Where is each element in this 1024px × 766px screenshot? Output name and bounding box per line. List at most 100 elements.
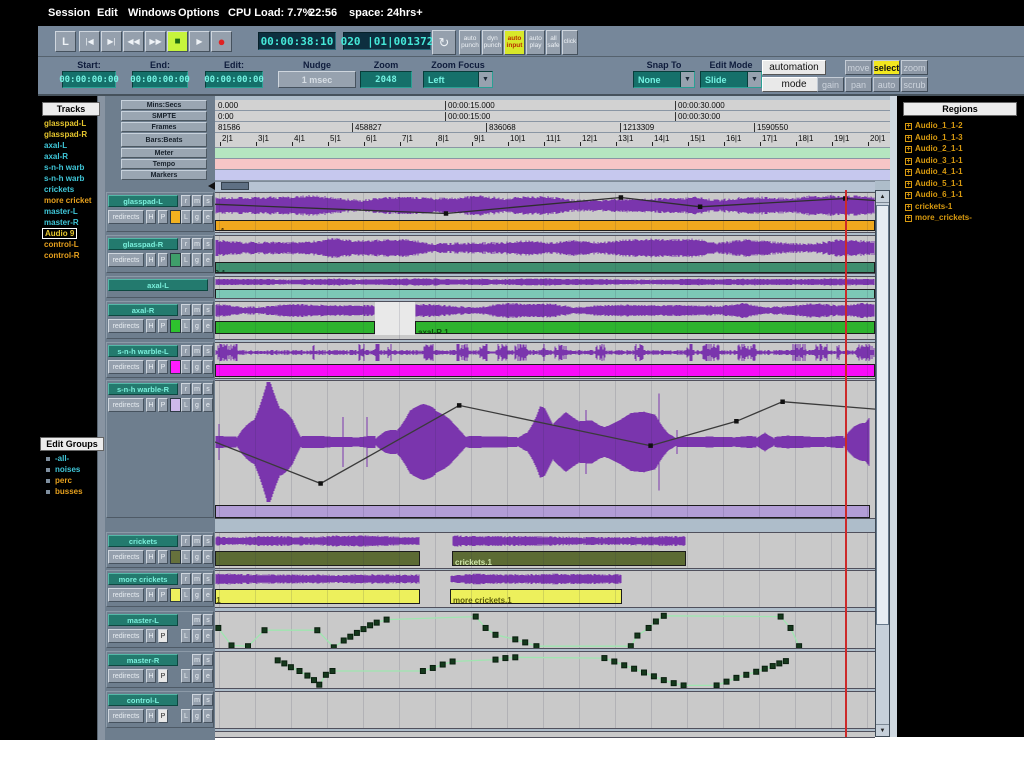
expand-plus-icon[interactable]: + — [905, 192, 912, 199]
rec-button-axal-R[interactable]: r — [181, 304, 191, 316]
hide-button-glasspad-R[interactable]: H — [146, 253, 156, 267]
mute-button-master-L[interactable]: m — [192, 614, 202, 626]
track-name-button-control-L[interactable]: control-L — [108, 694, 178, 706]
vertical-scrollbar[interactable]: ▲▼ — [875, 190, 890, 737]
tracks-panel-scrollbar[interactable] — [97, 96, 105, 740]
playlist-button-crickets[interactable]: P — [158, 550, 168, 564]
group-button-s-n-h warble-L[interactable]: g — [192, 360, 202, 374]
ruler-label-frames-ruler[interactable]: Frames — [121, 122, 207, 132]
group-button-s-n-h warble-R[interactable]: g — [192, 398, 202, 412]
hide-button-master-R[interactable]: H — [146, 669, 156, 683]
solo-button-axal-R[interactable]: s — [203, 304, 213, 316]
markers-ruler[interactable] — [215, 170, 890, 181]
redirects-button-crickets[interactable]: redirects — [108, 550, 144, 564]
group-active-dot[interactable] — [46, 457, 50, 461]
mute-button-glasspad-L[interactable]: m — [192, 195, 202, 207]
ruler-label-meter-ruler[interactable]: Meter — [121, 148, 207, 158]
expand-plus-icon[interactable]: + — [905, 215, 912, 222]
track-lane-control-L[interactable] — [215, 691, 875, 729]
region-crickets-0[interactable]: crickets.1 — [215, 551, 420, 566]
track-name-button-more crickets[interactable]: more crickets — [108, 573, 178, 585]
hide-button-s-n-h warble-L[interactable]: H — [146, 360, 156, 374]
track-color-swatch-glasspad-R[interactable] — [170, 253, 181, 267]
playlist-button-glasspad-L[interactable]: P — [158, 210, 168, 224]
track-color-swatch-axal-R[interactable] — [170, 319, 181, 333]
mute-button-crickets[interactable]: m — [192, 535, 202, 547]
track-lane-glasspad-L[interactable]: glasspad-L.1 — [215, 192, 875, 233]
region-more crickets-1[interactable]: more crickets.1 — [450, 589, 622, 604]
expand-plus-icon[interactable]: + — [905, 135, 912, 142]
group-button-more crickets[interactable]: g — [192, 588, 202, 602]
edit-button-glasspad-R[interactable]: e — [203, 253, 213, 267]
redirects-button-control-L[interactable]: redirects — [108, 709, 144, 723]
scroll-down-icon[interactable]: ▼ — [876, 724, 889, 736]
edit-button-crickets[interactable]: e — [203, 550, 213, 564]
track-name-button-s-n-h warble-R[interactable]: s-n-h warble-R — [108, 383, 178, 395]
track-list-item-axal-R[interactable]: axal-R — [44, 152, 68, 161]
track-color-swatch-glasspad-L[interactable] — [170, 210, 181, 224]
mute-button-s-n-h warble-R[interactable]: m — [192, 383, 202, 395]
track-name-button-s-n-h warble-L[interactable]: s-n-h warble-L — [108, 345, 178, 357]
tempo-ruler[interactable] — [215, 159, 890, 170]
redirects-button-master-R[interactable]: redirects — [108, 669, 144, 683]
edit-button-s-n-h warble-L[interactable]: e — [203, 360, 213, 374]
group-button-axal-R[interactable]: g — [192, 319, 202, 333]
playlist-button-s-n-h warble-L[interactable]: P — [158, 360, 168, 374]
lock-button-s-n-h warble-R[interactable]: L — [181, 398, 191, 412]
rec-button-crickets[interactable]: r — [181, 535, 191, 547]
solo-button-s-n-h warble-R[interactable]: s — [203, 383, 213, 395]
edit-button-glasspad-L[interactable]: e — [203, 210, 213, 224]
hide-button-control-L[interactable]: H — [146, 709, 156, 723]
playlist-button-master-R[interactable]: P — [158, 669, 168, 683]
track-name-button-crickets[interactable]: crickets — [108, 535, 178, 547]
region-list-item[interactable]: +Audio_5_1-1 — [905, 179, 963, 188]
track-lane-axal-L[interactable] — [215, 276, 875, 299]
lock-button-master-R[interactable]: L — [181, 669, 191, 683]
mute-button-control-L[interactable]: m — [192, 694, 202, 706]
region-list-item[interactable]: +Audio_4_1-1 — [905, 167, 963, 176]
track-lane-crickets[interactable]: crickets.1crickets.1 — [215, 532, 875, 569]
track-name-button-glasspad-R[interactable]: glasspad-R — [108, 238, 178, 250]
group-button-crickets[interactable]: g — [192, 550, 202, 564]
minsecs-ruler[interactable] — [215, 100, 890, 111]
track-name-button-master-L[interactable]: master-L — [108, 614, 178, 626]
track-color-swatch-more crickets[interactable] — [170, 588, 181, 602]
redirects-button-master-L[interactable]: redirects — [108, 629, 144, 643]
edit-group-item-perc[interactable]: perc — [46, 476, 72, 485]
ruler-label-bars-beats-ruler[interactable]: Bars:Beats — [121, 133, 207, 147]
redirects-button-glasspad-R[interactable]: redirects — [108, 253, 144, 267]
tracks-panel-header[interactable]: Tracks — [42, 102, 100, 116]
solo-button-master-R[interactable]: s — [203, 654, 213, 666]
ruler-label-minsecs-ruler[interactable]: Mins:Secs — [121, 100, 207, 110]
lock-button-crickets[interactable]: L — [181, 550, 191, 564]
region-s-n-h warble-L-0[interactable] — [215, 364, 875, 377]
playlist-button-master-L[interactable]: P — [158, 629, 168, 643]
track-lane-axal-R[interactable]: axal-R.1 — [215, 301, 875, 340]
timeline-scroll-left-arrow[interactable] — [208, 182, 215, 190]
edit-group-item-noises[interactable]: noises — [46, 465, 80, 474]
expand-plus-icon[interactable]: + — [905, 181, 912, 188]
track-list-item-control-R[interactable]: control-R — [44, 251, 80, 260]
group-active-dot[interactable] — [46, 490, 50, 494]
edit-button-more crickets[interactable]: e — [203, 588, 213, 602]
track-color-swatch-s-n-h warble-L[interactable] — [170, 360, 181, 374]
edit-button-s-n-h warble-R[interactable]: e — [203, 398, 213, 412]
timeline-scroll-strip[interactable] — [215, 181, 875, 191]
track-lane-more crickets[interactable]: more crickets.1 more crickets.1 — [215, 570, 875, 608]
lock-button-more crickets[interactable]: L — [181, 588, 191, 602]
edit-group-item-busses[interactable]: busses — [46, 487, 83, 496]
track-lane-master-R[interactable] — [215, 651, 875, 689]
track-lane-control-R-partial[interactable] — [215, 731, 875, 738]
track-list-item-glasspad-L[interactable]: glasspad-L — [44, 119, 86, 128]
region-s-n-h warble-R-0[interactable] — [215, 505, 870, 518]
expand-plus-icon[interactable]: + — [905, 204, 912, 211]
lock-button-glasspad-L[interactable]: L — [181, 210, 191, 224]
track-name-button-master-R[interactable]: master-R — [108, 654, 178, 666]
region-more crickets-0[interactable]: more crickets.1 — [215, 589, 420, 604]
region-list-item[interactable]: +Audio_1_1-3 — [905, 133, 963, 142]
rec-button-s-n-h warble-L[interactable]: r — [181, 345, 191, 357]
track-lane-s-n-h warble-L[interactable] — [215, 342, 875, 379]
hide-button-s-n-h warble-R[interactable]: H — [146, 398, 156, 412]
ruler-label-tempo-ruler[interactable]: Tempo — [121, 159, 207, 169]
region-list-item[interactable]: +crickets-1 — [905, 202, 952, 211]
